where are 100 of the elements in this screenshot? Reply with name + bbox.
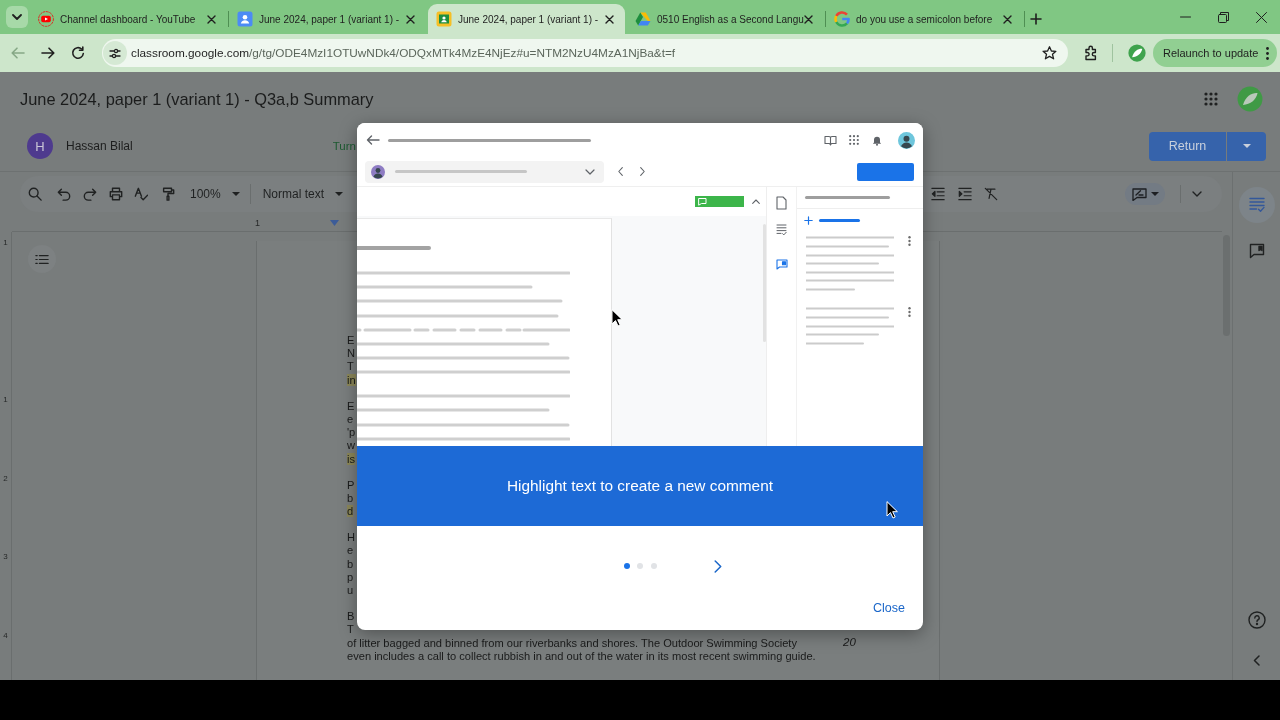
ruler-number: 2 [3,473,8,484]
undo-icon[interactable] [57,187,71,201]
document-text: e [347,412,354,425]
browser-tab[interactable]: 0510 English as a Second Langu [627,4,824,34]
restore-icon[interactable] [1217,11,1229,23]
mouse-pointer-icon [886,501,898,519]
redo-icon[interactable] [83,187,97,201]
tune-icon [109,47,121,59]
close-icon[interactable] [207,14,216,24]
document-text: N [347,347,355,360]
new-tab-plus-icon[interactable] [1030,13,1042,25]
apps-grid-icon [849,135,859,145]
document-text: T [347,623,354,636]
browser-tab[interactable]: Channel dashboard - YouTube [30,4,227,34]
student-name: Hassan Bilal [66,139,133,153]
document-text: e [347,544,354,557]
forward-arrow-icon[interactable] [41,47,55,59]
ruler-number: 1 [3,395,8,405]
print-icon[interactable] [109,187,123,201]
bookmark-star-icon[interactable] [1042,46,1057,60]
leaf-logo-icon[interactable] [1128,44,1146,62]
chevron-up-icon [752,199,760,204]
page-indicator-dot[interactable] [650,563,657,569]
video-play-icon [38,11,54,27]
url-text: classroom.google.com/g/tg/ODE4MzI1OTUwNDk4/ODQxMTk4MzE4NjEz#u=NTM2NzU4MzA1NjBa&t=f [131,46,676,60]
return-button[interactable]: Return [1149,131,1226,161]
tab-search-button[interactable] [6,6,28,28]
decrease-indent-icon[interactable] [931,187,945,201]
classroom-board-icon [436,11,452,27]
avatar-icon [898,131,915,149]
page-indicator-dot[interactable] [623,563,630,569]
open-book-icon [824,134,837,146]
search-icon[interactable] [28,187,42,201]
person-icon [237,11,253,27]
browser-tab[interactable]: June 2024, paper 1 (variant 1) - [229,4,426,34]
list-check-icon [1248,197,1265,213]
chevron-down-icon [12,14,22,20]
link-placeholder-bar [819,218,860,222]
increase-indent-icon[interactable] [958,187,972,201]
more-vert-icon [908,236,911,246]
bell-icon [872,134,882,146]
list-check-icon [776,224,787,236]
button-placeholder [857,162,914,181]
ruler-number: 3 [3,552,8,562]
document-text: d [347,505,354,518]
browser-tab[interactable]: do you use a semicolon before [826,4,1023,34]
document-text: is [347,452,355,465]
chevron-left-icon[interactable] [1253,655,1260,666]
leaf-logo-icon[interactable] [1237,86,1263,112]
close-icon[interactable] [1003,14,1012,24]
clear-formatting-icon[interactable] [984,187,998,201]
relaunch-button[interactable]: Relaunch to update [1153,39,1278,67]
document-text: 'p [347,426,356,439]
document-text: E [347,334,355,346]
spellcheck-icon[interactable] [134,187,148,201]
zoom-select[interactable]: 100% [190,187,240,201]
document-text: b [347,557,354,570]
student-avatar: H [27,133,53,159]
paragraph-style-select[interactable]: Normal text [262,187,344,201]
caret-icon [1242,144,1251,148]
document-text: b [347,491,354,504]
close-icon[interactable] [406,14,415,24]
address-field[interactable]: classroom.google.com/g/tg/ODE4MzI1OTUwNDk4/ODQxMTk4MzE4NjEz#u=NTM2NzU4MzA1NjBa&t=f [102,39,1068,67]
editing-mode-button[interactable] [1125,183,1165,205]
more-vert-icon [908,307,911,317]
paint-roller-icon[interactable] [161,187,175,201]
outline-button[interactable] [28,245,56,273]
close-window-icon[interactable] [1255,11,1267,23]
line-number: 20 [843,636,856,649]
apps-grid-icon[interactable] [1204,92,1218,106]
caret-icon [231,192,240,196]
page-indicator-dot[interactable] [637,563,643,569]
document-title: June 2024, paper 1 (variant 1) - Q3a,b Summary [20,89,374,109]
document-text: even includes a call to collect rubbish in and out of the water in its most recent swimming guide. [347,649,816,662]
chevron-right-icon [640,167,645,176]
ruler-number: 4 [3,630,8,641]
close-icon[interactable] [804,14,813,24]
caret-icon [1151,192,1159,196]
chevron-down-icon [585,168,595,175]
list-icon [35,253,49,265]
browser-tab[interactable]: June 2024, paper 1 (variant 1) - [428,4,625,34]
ring-logo-icon [834,11,850,27]
caret-icon [335,192,344,196]
document-text: P [347,478,355,491]
indent-marker-icon[interactable] [330,219,339,226]
chevron-left-icon [618,167,623,176]
reload-icon[interactable] [71,46,85,60]
help-icon[interactable] [1247,611,1266,629]
document-text: H [347,531,355,544]
file-icon [776,196,787,210]
site-info-button[interactable] [103,41,127,65]
close-icon[interactable] [605,14,614,24]
avatar-icon [371,164,385,179]
close-button[interactable]: Close [865,594,913,622]
chevron-right-icon[interactable] [713,559,722,573]
document-text: B [347,610,355,623]
chevron-down-icon[interactable] [1192,191,1202,197]
comment-icon [775,259,788,270]
minimize-icon[interactable] [1179,16,1191,18]
more-vert-icon [1266,46,1270,60]
